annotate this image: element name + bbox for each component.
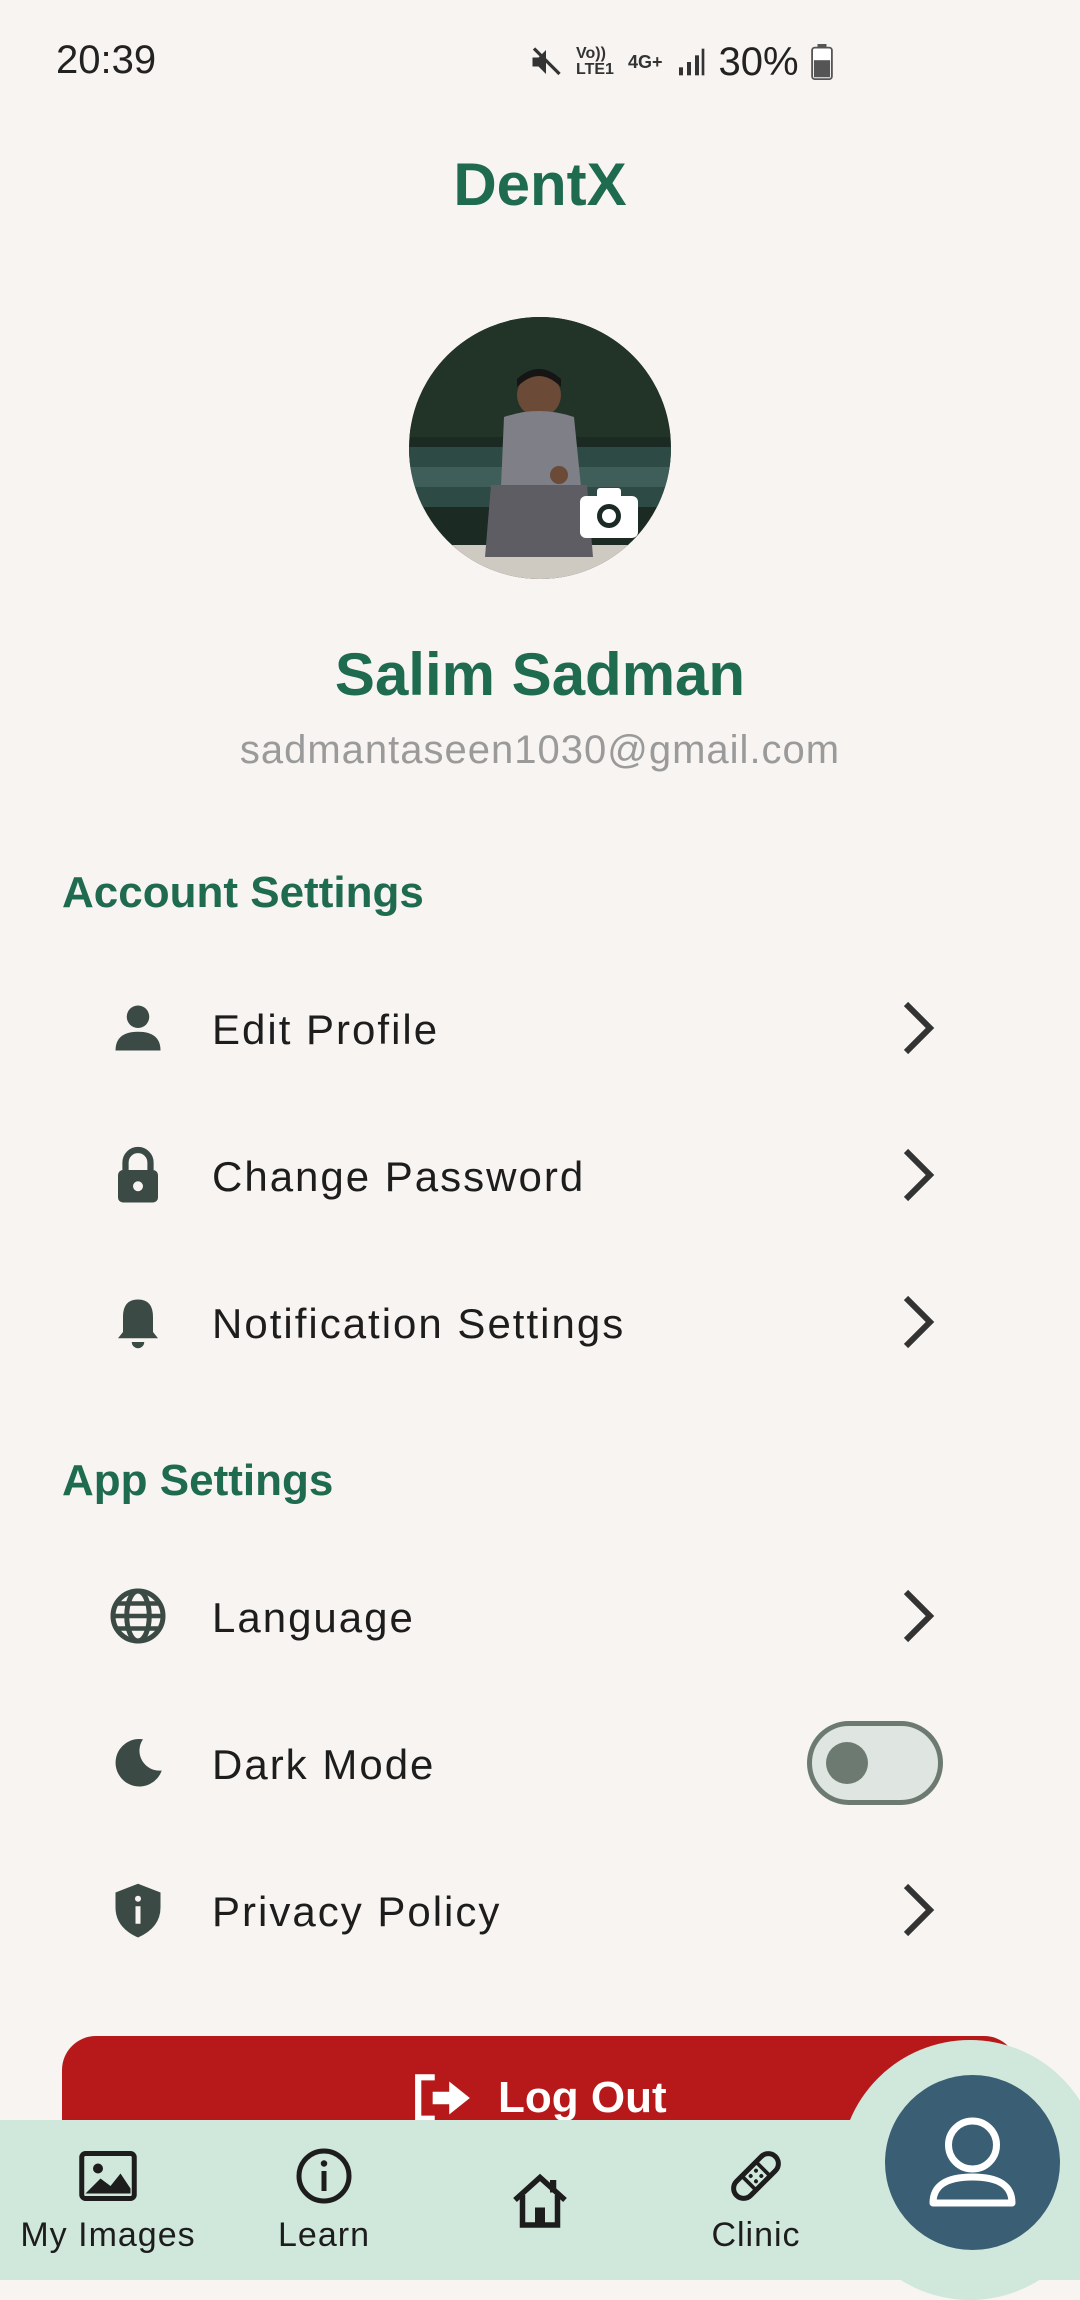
nav-learn[interactable]: Learn bbox=[216, 2120, 432, 2280]
privacy-policy-row[interactable]: Privacy Policy bbox=[62, 1850, 962, 1970]
nav-home[interactable] bbox=[432, 2120, 648, 2280]
privacy-policy-label: Privacy Policy bbox=[212, 1888, 502, 1935]
home-icon bbox=[513, 2173, 567, 2228]
status-time: 20:39 bbox=[56, 38, 157, 82]
change-password-label: Change Password bbox=[212, 1153, 586, 1200]
profile-email: sadmantaseen1030@gmail.com bbox=[239, 728, 841, 772]
app-settings-title: App Settings bbox=[62, 1456, 334, 1505]
nav-my-images[interactable]: My Images bbox=[0, 2120, 216, 2280]
dark-mode-label: Dark Mode bbox=[212, 1741, 436, 1788]
battery-percent: 30% bbox=[718, 39, 799, 84]
info-icon bbox=[296, 2148, 352, 2204]
avatar[interactable] bbox=[409, 317, 671, 579]
nav-clinic-label: Clinic bbox=[711, 2216, 801, 2254]
nav-clinic[interactable]: Clinic bbox=[648, 2120, 864, 2280]
status-bar: 20:39 Vo)) LTE1 4G+ 30% bbox=[0, 0, 1080, 120]
edit-profile-label: Edit Profile bbox=[212, 1006, 440, 1053]
network-4g-indicator: 4G+ bbox=[628, 51, 663, 72]
notification-settings-label: Notification Settings bbox=[212, 1300, 626, 1347]
change-password-row[interactable]: Change Password bbox=[62, 1115, 962, 1235]
camera-icon[interactable] bbox=[580, 486, 638, 538]
bandage-icon bbox=[731, 2151, 781, 2201]
edit-profile-row[interactable]: Edit Profile bbox=[62, 968, 962, 1088]
lte-indicator: Vo)) LTE1 bbox=[576, 45, 614, 78]
language-row[interactable]: Language bbox=[62, 1556, 962, 1676]
nav-learn-label: Learn bbox=[278, 2216, 370, 2254]
moon-icon bbox=[115, 1738, 162, 1787]
toggle-knob bbox=[826, 1742, 868, 1784]
battery-icon bbox=[810, 44, 833, 80]
chevron-right-icon bbox=[903, 1589, 935, 1643]
globe-icon bbox=[110, 1588, 166, 1644]
person-icon bbox=[115, 1005, 161, 1051]
bell-icon bbox=[118, 1299, 158, 1349]
chevron-right-icon bbox=[903, 1001, 935, 1055]
chevron-right-icon bbox=[903, 1148, 935, 1202]
nav-my-images-label: My Images bbox=[20, 2216, 196, 2254]
image-icon bbox=[79, 2151, 137, 2201]
shield-icon bbox=[115, 1883, 161, 1938]
account-settings-title: Account Settings bbox=[62, 868, 424, 917]
notification-settings-row[interactable]: Notification Settings bbox=[62, 1262, 962, 1382]
language-label: Language bbox=[212, 1594, 415, 1641]
mute-icon bbox=[532, 47, 561, 76]
profile-icon bbox=[929, 2117, 1016, 2207]
logout-label: Log Out bbox=[498, 2073, 667, 2122]
dark-mode-toggle[interactable] bbox=[807, 1721, 943, 1805]
chevron-right-icon bbox=[903, 1295, 935, 1349]
logout-icon bbox=[415, 2074, 470, 2122]
status-icons: Vo)) LTE1 4G+ 30% bbox=[528, 40, 833, 84]
profile-nav-button[interactable] bbox=[885, 2075, 1060, 2250]
signal-icon bbox=[678, 48, 704, 76]
dark-mode-row: Dark Mode bbox=[62, 1703, 962, 1823]
profile-name: Salim Sadman bbox=[334, 641, 746, 708]
app-title: DentX bbox=[453, 151, 627, 218]
profile-photo bbox=[409, 317, 671, 579]
lock-icon bbox=[118, 1146, 158, 1203]
chevron-right-icon bbox=[903, 1883, 935, 1937]
